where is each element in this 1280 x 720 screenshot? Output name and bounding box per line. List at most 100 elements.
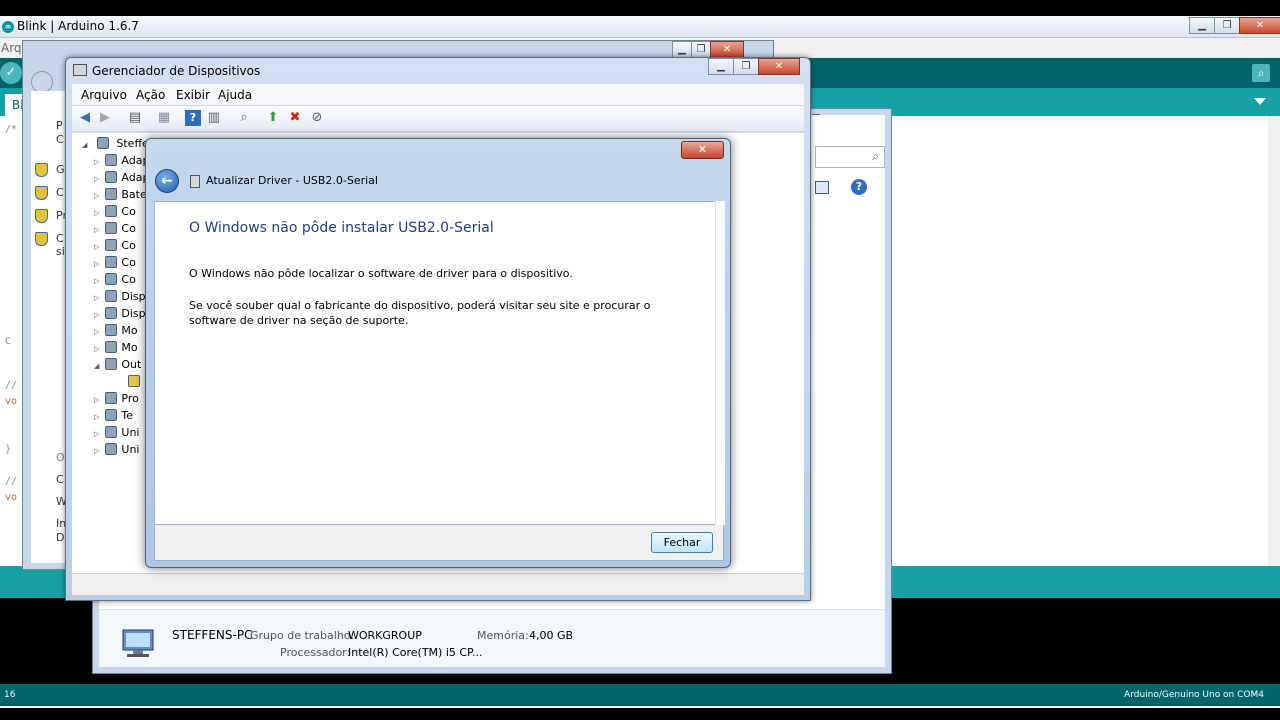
- tree-item-label: Mo: [121, 324, 138, 337]
- tree-item[interactable]: ▷ Co: [94, 239, 136, 256]
- minimize-icon[interactable]: ▁: [708, 58, 734, 75]
- close-icon[interactable]: ✕: [758, 58, 800, 75]
- code-line: }: [5, 444, 12, 455]
- expand-icon[interactable]: ▷: [94, 294, 99, 302]
- expand-icon[interactable]: ▷: [94, 396, 99, 404]
- tab-menu-icon[interactable]: [1254, 98, 1266, 105]
- serial-monitor-icon[interactable]: ⌕: [1252, 64, 1270, 82]
- expand-icon[interactable]: ▷: [94, 260, 99, 268]
- help-icon[interactable]: ?: [851, 179, 867, 195]
- tree-item-label: Uni: [121, 443, 140, 456]
- back-icon[interactable]: [31, 71, 53, 93]
- menu-acao[interactable]: Ação: [136, 88, 165, 102]
- tree-item-label: Disp: [121, 290, 146, 303]
- expand-icon[interactable]: ▷: [94, 226, 99, 234]
- properties-icon[interactable]: ▦: [156, 110, 172, 126]
- tree-item[interactable]: ▷ Uni: [94, 426, 139, 443]
- device-category-icon: [105, 171, 118, 183]
- disable-icon[interactable]: ⊘: [309, 110, 325, 126]
- close-icon[interactable]: ✕: [710, 41, 744, 58]
- verify-icon[interactable]: ✓: [0, 62, 22, 84]
- minimize-icon[interactable]: ▁: [672, 41, 692, 58]
- cp-link[interactable]: G: [56, 163, 65, 176]
- expand-icon[interactable]: ▷: [94, 430, 99, 438]
- action-pane-icon[interactable]: ▥: [206, 110, 222, 126]
- collapse-icon[interactable]: ◢: [82, 141, 87, 149]
- computer-name: STEFFENS-PC: [172, 628, 253, 642]
- search-icon[interactable]: ⌕: [872, 149, 879, 164]
- dialog-content: O Windows não pôde instalar USB2.0-Seria…: [154, 201, 724, 525]
- dialog-header: Atualizar Driver - USB2.0-Serial: [206, 174, 378, 187]
- device-category-icon: [105, 222, 118, 234]
- tree-item[interactable]: ▷ Co: [94, 256, 136, 273]
- tree-item[interactable]: ▷ Co: [94, 205, 136, 222]
- view-pane-icon[interactable]: [815, 181, 829, 194]
- tree-item[interactable]: ▷ Te: [94, 409, 133, 426]
- code-line: /*: [5, 124, 18, 135]
- expand-icon[interactable]: ▷: [94, 328, 99, 336]
- expand-icon[interactable]: ▷: [94, 345, 99, 353]
- device-category-icon: [105, 443, 118, 455]
- close-button[interactable]: Fechar: [651, 532, 713, 553]
- board-info: Arduino/Genuino Uno on COM4: [1124, 690, 1264, 700]
- code-line: //: [5, 476, 18, 487]
- dialog-scrollbar[interactable]: [715, 201, 725, 525]
- expand-icon[interactable]: ▷: [94, 192, 99, 200]
- back-arrow-icon[interactable]: ←: [155, 169, 179, 193]
- help-icon[interactable]: ?: [185, 110, 201, 126]
- back-arrow-icon[interactable]: ◀: [77, 110, 93, 126]
- expand-icon[interactable]: ▷: [94, 158, 99, 166]
- tree-item-label: Disp: [121, 307, 146, 320]
- dialog-close-icon[interactable]: ✕: [681, 141, 724, 159]
- menu-file[interactable]: Arq: [1, 41, 22, 55]
- close-icon[interactable]: ✕: [1239, 17, 1280, 34]
- expand-icon[interactable]: ▷: [94, 447, 99, 455]
- cp-label: D: [56, 531, 65, 544]
- expand-icon[interactable]: ▷: [94, 311, 99, 319]
- device-category-icon: [105, 341, 118, 353]
- menu-arquivo[interactable]: Arquivo: [81, 88, 127, 102]
- minimize-icon[interactable]: ▁: [1189, 17, 1215, 34]
- tree-item[interactable]: ▷ Pro: [94, 392, 139, 409]
- expand-icon[interactable]: ▷: [94, 175, 99, 183]
- dialog-message: O Windows não pôde localizar o software …: [189, 267, 573, 280]
- maximize-icon[interactable]: ❐: [691, 41, 711, 58]
- scan-hardware-icon[interactable]: ⌕: [236, 110, 252, 126]
- menu-exibir[interactable]: Exibir: [176, 88, 210, 102]
- maximize-icon[interactable]: ❐: [733, 58, 759, 75]
- update-driver-icon[interactable]: ⬆: [265, 110, 281, 126]
- cp-link[interactable]: C: [56, 232, 64, 245]
- system-search-input[interactable]: ⌕: [815, 146, 885, 168]
- cp-link[interactable]: si: [56, 245, 65, 258]
- uninstall-icon[interactable]: ✖: [287, 110, 303, 126]
- tree-item-label: Mo: [121, 341, 138, 354]
- expand-icon[interactable]: ◢: [94, 362, 99, 370]
- maximize-icon[interactable]: ❐: [1214, 17, 1240, 34]
- forward-arrow-icon[interactable]: ▶: [97, 110, 113, 126]
- tree-item[interactable]: ▷ Co: [94, 273, 136, 290]
- expand-icon[interactable]: ▷: [94, 209, 99, 217]
- tree-item[interactable]: ▷ Disp: [94, 307, 146, 324]
- tree-item[interactable]: ▷ Uni: [94, 443, 139, 460]
- expand-icon[interactable]: ▷: [94, 277, 99, 285]
- expand-icon[interactable]: ▷: [94, 413, 99, 421]
- device-category-icon: [105, 409, 118, 421]
- menu-ajuda[interactable]: Ajuda: [218, 88, 252, 102]
- device-category-icon: [105, 256, 118, 268]
- processor-value: Intel(R) Core(TM) i5 CP...: [348, 646, 483, 659]
- console-tree-icon[interactable]: ▤: [127, 110, 143, 126]
- arduino-title: Blink | Arduino 1.6.7: [17, 19, 139, 33]
- tree-item[interactable]: [122, 375, 144, 392]
- tree-item[interactable]: ◢ Out: [94, 358, 141, 375]
- expand-icon[interactable]: ▷: [94, 243, 99, 251]
- code-line: vo: [5, 492, 18, 503]
- tree-item[interactable]: ▷ Co: [94, 222, 136, 239]
- tree-item[interactable]: ▷ Mo: [94, 341, 138, 358]
- tree-item[interactable]: ▷ Disp: [94, 290, 146, 307]
- tree-item[interactable]: ▷ Mo: [94, 324, 138, 341]
- device-category-icon: [105, 392, 118, 404]
- dialog-message: Se você souber qual o fabricante do disp…: [189, 299, 651, 327]
- system-details-pane: STEFFENS-PC Grupo de trabalho: WORKGROUP…: [99, 609, 885, 667]
- cp-link[interactable]: C: [56, 186, 64, 199]
- device-category-icon: [105, 273, 118, 285]
